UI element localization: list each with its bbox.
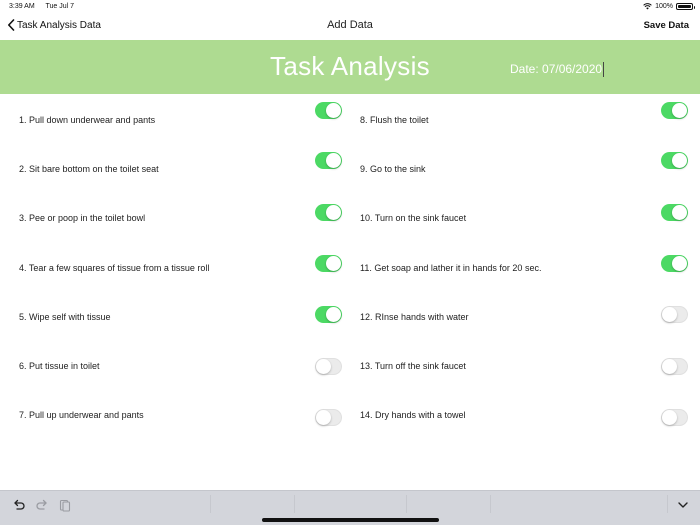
task-toggle[interactable] — [315, 152, 342, 169]
toggle-knob — [662, 410, 677, 425]
task-toggle[interactable] — [315, 306, 342, 323]
toolbar-divider — [667, 495, 668, 513]
paste-icon[interactable] — [58, 498, 72, 512]
home-indicator — [262, 518, 439, 522]
task-toggle[interactable] — [661, 152, 688, 169]
status-left: 3:39 AM Tue Jul 7 — [9, 3, 83, 10]
toggle-knob — [326, 307, 341, 322]
task-label: 8. Flush the toilet — [360, 115, 429, 125]
task-label: 14. Dry hands with a towel — [360, 410, 466, 420]
chevron-down-icon[interactable] — [676, 498, 690, 512]
toolbar-divider — [490, 495, 491, 513]
toggle-knob — [316, 410, 331, 425]
task-toggle[interactable] — [661, 204, 688, 221]
task-label: 11. Get soap and lather it in hands for … — [360, 263, 542, 273]
task-toggle[interactable] — [661, 102, 688, 119]
task-label: 1. Pull down underwear and pants — [19, 115, 156, 125]
nav-bar: Task Analysis Data Add Data Save Data — [0, 14, 700, 40]
task-label: 2. Sit bare bottom on the toilet seat — [19, 164, 159, 174]
wifi-icon — [643, 3, 652, 10]
toolbar-divider — [406, 495, 407, 513]
task-label: 3. Pee or poop in the toilet bowl — [19, 213, 146, 223]
undo-icon[interactable] — [12, 498, 26, 512]
toggle-knob — [662, 307, 677, 322]
toggle-knob — [662, 359, 677, 374]
redo-icon[interactable] — [35, 498, 49, 512]
status-date: Tue Jul 7 — [45, 3, 75, 10]
toggle-knob — [326, 205, 341, 220]
task-label: 13. Turn off the sink faucet — [360, 361, 466, 371]
date-field-text: Date: 07/06/2020 — [510, 62, 603, 76]
task-label: 4. Tear a few squares of tissue from a t… — [19, 263, 210, 273]
save-button[interactable]: Save Data — [644, 20, 689, 31]
status-bar: 3:39 AM Tue Jul 7 100% — [0, 0, 700, 14]
text-cursor — [603, 62, 605, 78]
battery-percent: 100% — [655, 3, 673, 10]
toggle-knob — [326, 103, 341, 118]
task-label: 9. Go to the sink — [360, 164, 426, 174]
header-banner: Task Analysis Date: 07/06/2020 — [0, 40, 700, 94]
toolbar-divider — [210, 495, 211, 513]
task-toggle[interactable] — [315, 409, 342, 426]
toggle-knob — [672, 103, 687, 118]
task-toggle[interactable] — [315, 204, 342, 221]
page-title: Add Data — [327, 19, 373, 31]
status-right: 100% — [643, 3, 695, 10]
toolbar-divider — [294, 495, 295, 513]
toggle-knob — [672, 153, 687, 168]
toggle-knob — [672, 256, 687, 271]
battery-icon — [676, 3, 695, 10]
task-toggle[interactable] — [661, 358, 688, 375]
task-toggle[interactable] — [661, 306, 688, 323]
toggle-knob — [316, 359, 331, 374]
task-label: 10. Turn on the sink faucet — [360, 213, 467, 223]
task-toggle[interactable] — [661, 409, 688, 426]
date-field[interactable]: Date: 07/06/2020 — [510, 62, 605, 78]
status-time: 3:39 AM — [9, 3, 35, 10]
toggle-knob — [326, 256, 341, 271]
task-toggle[interactable] — [315, 358, 342, 375]
task-toggle[interactable] — [315, 102, 342, 119]
toggle-knob — [326, 153, 341, 168]
task-label: 6. Put tissue in toilet — [19, 361, 100, 371]
toggle-knob — [672, 205, 687, 220]
task-toggle[interactable] — [315, 255, 342, 272]
task-toggle[interactable] — [661, 255, 688, 272]
task-label: 7. Pull up underwear and pants — [19, 410, 144, 420]
task-label: 12. RInse hands with water — [360, 312, 469, 322]
task-label: 5. Wipe self with tissue — [19, 312, 111, 322]
